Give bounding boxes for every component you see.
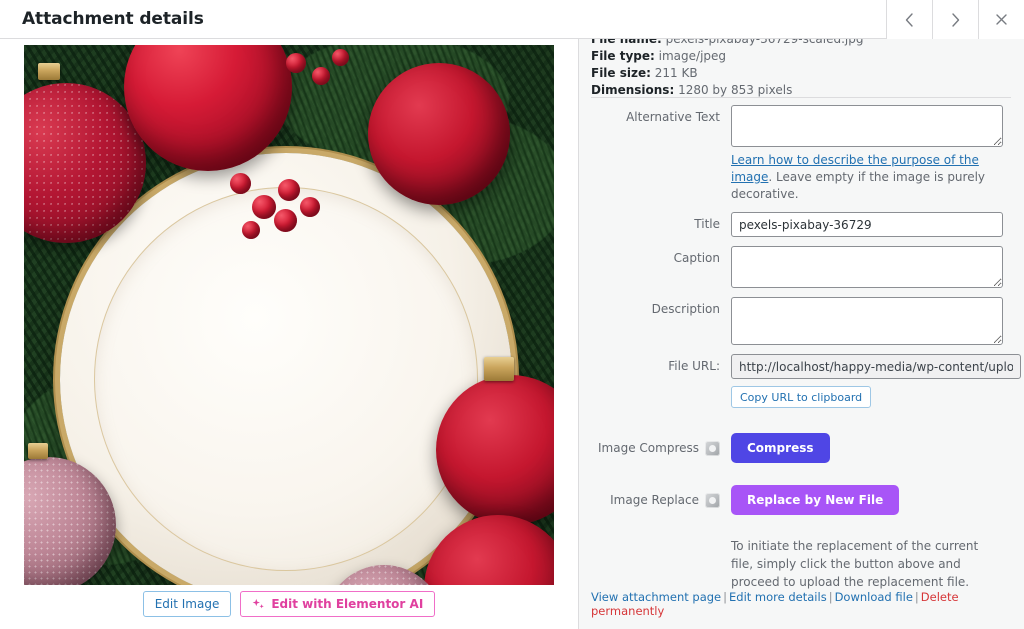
alt-text-field-row: Alternative Text Learn how to describe t… <box>579 105 1024 203</box>
title-label: Title <box>694 217 720 231</box>
attachment-footer-links: View attachment page | Edit more details | D… <box>591 590 1024 618</box>
close-modal-button[interactable] <box>978 0 1024 39</box>
preview-action-bar: Edit Image Edit with Elementor AI <box>0 591 578 617</box>
footer-separator-3: | <box>914 590 919 604</box>
alt-text-label: Alternative Text <box>626 110 720 124</box>
download-file-link[interactable]: Download file <box>835 590 913 604</box>
alt-text-input[interactable] <box>731 105 1003 147</box>
file-size-value: 211 KB <box>654 66 698 80</box>
alt-text-help: Learn how to describe the purpose of the… <box>731 152 1003 203</box>
bauble-cap <box>28 443 48 459</box>
description-input[interactable] <box>731 297 1003 345</box>
elementor-ai-label: Edit with Elementor AI <box>271 597 424 611</box>
edit-more-details-link[interactable]: Edit more details <box>729 590 827 604</box>
file-url-input[interactable] <box>731 354 1021 379</box>
modal-header: Attachment details <box>0 0 1024 39</box>
caption-label: Caption <box>673 251 720 265</box>
description-control <box>731 297 1024 345</box>
berry <box>252 195 276 219</box>
image-compress-label: Image Compress <box>598 441 699 455</box>
image-compress-row: Image Compress Compress <box>579 433 1024 463</box>
berry <box>300 197 320 217</box>
file-url-field-row: File URL: Copy URL to clipboard <box>579 354 1024 408</box>
compress-plugin-icon <box>705 440 720 456</box>
compress-button[interactable]: Compress <box>731 433 830 463</box>
title-control <box>731 212 1024 237</box>
next-attachment-button[interactable] <box>932 0 978 39</box>
dinner-plate-well <box>94 187 478 571</box>
berry <box>274 209 297 232</box>
file-url-control: Copy URL to clipboard <box>731 354 1024 408</box>
file-type-value: image/jpeg <box>658 49 727 63</box>
image-replace-row: Image Replace Replace by New File <box>579 485 1024 515</box>
attachment-image[interactable] <box>24 45 554 585</box>
alt-text-help-rest: . Leave empty if the image is purely dec… <box>731 170 986 201</box>
alt-text-control: Learn how to describe the purpose of the… <box>731 105 1024 203</box>
file-size-row: File size: 211 KB <box>591 65 1011 82</box>
attachment-details-sidebar: File name: pexels-pixabay-36729-scaled.j… <box>578 39 1024 629</box>
image-replace-label-group: Image Replace <box>579 492 731 508</box>
copy-url-label: Copy URL to clipboard <box>740 390 863 404</box>
bauble-cap <box>38 63 60 80</box>
file-name-row: File name: pexels-pixabay-36729-scaled.j… <box>591 39 1011 48</box>
copy-url-button[interactable]: Copy URL to clipboard <box>731 386 872 408</box>
christmas-table-photo <box>24 45 554 585</box>
previous-attachment-button[interactable] <box>886 0 932 39</box>
caption-input[interactable] <box>731 246 1003 288</box>
description-field-row: Description <box>579 297 1024 345</box>
file-size-label: File size: <box>591 66 651 80</box>
berry <box>230 173 251 194</box>
file-type-label: File type: <box>591 49 655 63</box>
caption-control <box>731 246 1024 288</box>
sparkle-icon <box>252 598 265 608</box>
header-nav-group <box>886 0 1024 39</box>
metadata-divider <box>591 97 1011 98</box>
berry <box>278 179 300 201</box>
caption-field-row: Caption <box>579 246 1024 288</box>
description-label: Description <box>651 302 720 316</box>
berry <box>242 221 260 239</box>
file-type-row: File type: image/jpeg <box>591 48 1011 65</box>
chevron-right-icon <box>952 12 960 27</box>
edit-image-button[interactable]: Edit Image <box>142 591 232 617</box>
berry <box>332 49 349 66</box>
bauble-red-upper-right <box>368 63 510 205</box>
attachment-preview-pane: Edit Image Edit with Elementor AI <box>0 39 578 629</box>
file-name-label: File name: <box>591 39 662 46</box>
replace-instructions: To initiate the replacement of the curre… <box>731 539 979 589</box>
close-icon <box>996 14 1007 25</box>
dimensions-value: 1280 by 853 pixels <box>678 83 793 97</box>
attachment-metadata: File name: pexels-pixabay-36729-scaled.j… <box>591 39 1011 99</box>
attachment-details-modal: Attachment details Edit Image Edit with … <box>0 0 1024 629</box>
replace-plugin-icon <box>705 492 720 508</box>
image-compress-label-group: Image Compress <box>579 440 731 456</box>
attachment-fields-form: Alternative Text Learn how to describe t… <box>579 105 1024 417</box>
image-replace-label: Image Replace <box>610 493 699 507</box>
view-attachment-page-link[interactable]: View attachment page <box>591 590 721 604</box>
file-name-value: pexels-pixabay-36729-scaled.jpg <box>665 39 864 46</box>
file-url-label: File URL: <box>668 359 720 373</box>
plugin-actions-block: Image Compress Compress Image Replace Re… <box>579 433 1024 591</box>
chevron-left-icon <box>905 12 913 27</box>
footer-separator-1: | <box>723 590 727 604</box>
edit-with-elementor-ai-button[interactable]: Edit with Elementor AI <box>240 591 436 617</box>
berry <box>312 67 330 85</box>
berry <box>286 53 306 73</box>
page-title: Attachment details <box>22 9 204 29</box>
bauble-cap <box>484 357 514 381</box>
dimensions-label: Dimensions: <box>591 83 675 97</box>
edit-image-label: Edit Image <box>154 597 220 611</box>
title-input[interactable] <box>731 212 1003 237</box>
footer-separator-2: | <box>828 590 833 604</box>
replace-by-new-file-button[interactable]: Replace by New File <box>731 485 900 515</box>
title-field-row: Title <box>579 212 1024 237</box>
